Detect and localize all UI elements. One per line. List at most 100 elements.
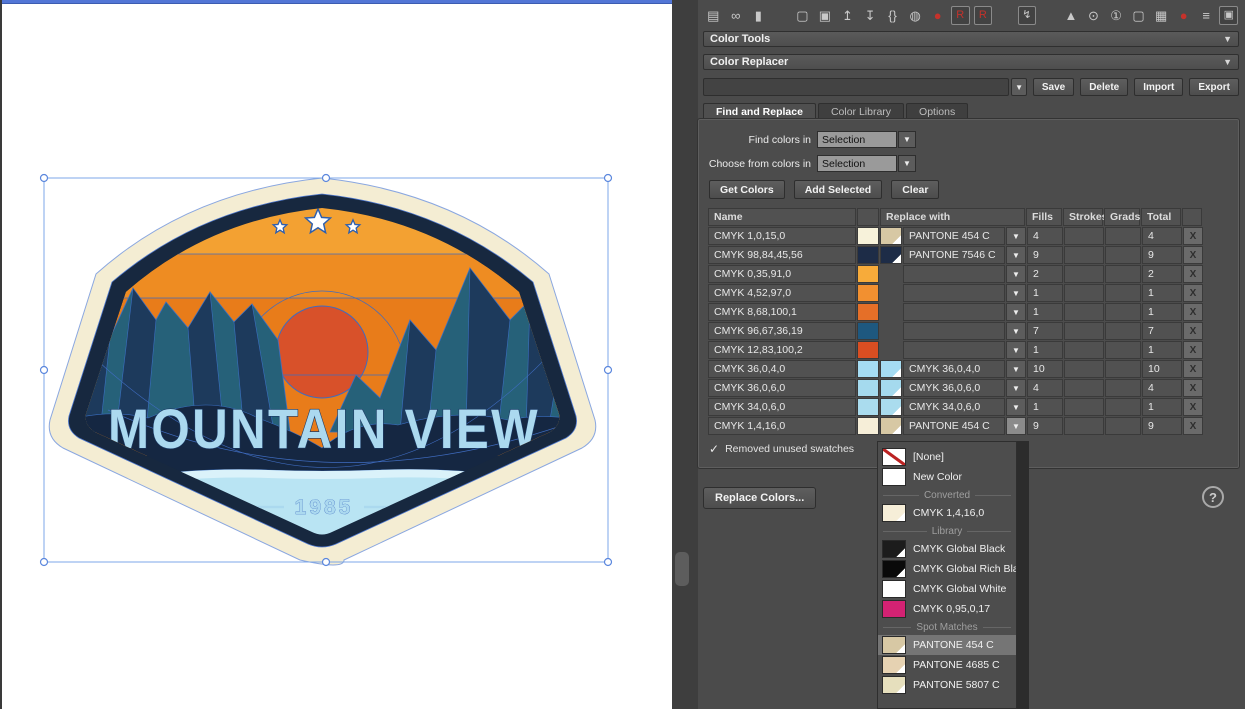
checkmark-icon[interactable]: ✓ bbox=[709, 442, 719, 456]
replace-dropdown-button[interactable]: ▼ bbox=[1006, 227, 1026, 245]
clear-button[interactable]: Clear bbox=[891, 180, 939, 199]
table-row[interactable]: CMYK 98,84,45,56 PANTONE 7546 C ▼ 9 bbox=[708, 246, 1204, 264]
table-row[interactable]: CMYK 1,0,15,0 PANTONE 454 C ▼ 4 bbox=[708, 227, 1204, 245]
selection-handle[interactable] bbox=[605, 175, 612, 182]
remove-row-button[interactable]: X bbox=[1183, 265, 1203, 283]
column-header-strokes[interactable]: Strokes bbox=[1063, 208, 1103, 226]
replace-dropdown-button[interactable]: ▼ bbox=[1006, 265, 1026, 283]
remove-row-button[interactable]: X bbox=[1183, 284, 1203, 302]
tab-options[interactable]: Options bbox=[906, 103, 968, 120]
new-file-icon[interactable]: ▢ bbox=[793, 6, 812, 25]
badge-year-text[interactable]: 1985 bbox=[295, 496, 354, 519]
dropdown-item[interactable]: CMYK 1,4,16,0 bbox=[878, 503, 1016, 523]
column-header-replace-with[interactable]: Replace with bbox=[880, 208, 1025, 226]
image-box-icon[interactable]: ▣ bbox=[1219, 6, 1238, 25]
dropdown-scrollbar[interactable] bbox=[1017, 441, 1029, 709]
grid-icon[interactable]: ▦ bbox=[1152, 6, 1171, 25]
replace-color-swatch[interactable] bbox=[880, 227, 902, 245]
logo-active-icon[interactable]: R bbox=[951, 6, 970, 25]
find-color-swatch[interactable] bbox=[857, 284, 879, 302]
column-header-grads[interactable]: Grads bbox=[1104, 208, 1140, 226]
chevron-down-icon[interactable]: ▼ bbox=[1223, 34, 1232, 44]
find-color-swatch[interactable] bbox=[857, 417, 879, 435]
table-row[interactable]: CMYK 4,52,97,0 ▼ 1 bbox=[708, 284, 1204, 302]
color-replacer-section-header[interactable]: Color Replacer ▼ bbox=[703, 54, 1239, 70]
column-header-total[interactable]: Total bbox=[1141, 208, 1181, 226]
find-color-swatch[interactable] bbox=[857, 341, 879, 359]
table-row[interactable]: CMYK 8,68,100,1 ▼ 1 bbox=[708, 303, 1204, 321]
selection-handle[interactable] bbox=[605, 559, 612, 566]
dropdown-item[interactable]: PANTONE 5807 C bbox=[878, 675, 1016, 695]
find-color-swatch[interactable] bbox=[857, 322, 879, 340]
info-icon[interactable]: ① bbox=[1107, 6, 1126, 25]
remove-row-button[interactable]: X bbox=[1183, 398, 1203, 416]
link-icon[interactable]: ∞ bbox=[727, 6, 746, 25]
find-color-swatch[interactable] bbox=[857, 398, 879, 416]
selection-handle[interactable] bbox=[323, 175, 330, 182]
logo-icon[interactable]: R bbox=[974, 6, 993, 25]
braces-icon[interactable]: {} bbox=[883, 6, 902, 25]
choose-from-colors-select[interactable]: Selection bbox=[817, 155, 897, 172]
save-button[interactable]: Save bbox=[1033, 78, 1074, 96]
table-row[interactable]: CMYK 0,35,91,0 ▼ 2 bbox=[708, 265, 1204, 283]
dropdown-item[interactable]: [None] bbox=[878, 447, 1016, 467]
table-row[interactable]: CMYK 34,0,6,0 CMYK 34,0,6,0 ▼ 1 bbox=[708, 398, 1204, 416]
badge-title-text[interactable]: MOUNTAIN VIEW bbox=[108, 398, 540, 460]
find-color-swatch[interactable] bbox=[857, 360, 879, 378]
chevron-down-icon[interactable]: ▼ bbox=[1223, 57, 1232, 67]
export-button[interactable]: Export bbox=[1189, 78, 1239, 96]
replace-color-swatch[interactable] bbox=[880, 417, 902, 435]
choose-from-colors-dropdown-button[interactable]: ▼ bbox=[898, 155, 916, 172]
preset-select[interactable] bbox=[703, 78, 1009, 96]
dropdown-item[interactable]: CMYK Global White bbox=[878, 579, 1016, 599]
pages-icon[interactable]: ≡ bbox=[1197, 6, 1216, 25]
export-icon[interactable]: ↥ bbox=[838, 6, 857, 25]
removed-unused-row[interactable]: ✓ Removed unused swatches bbox=[709, 442, 854, 456]
selection-handle[interactable] bbox=[605, 367, 612, 374]
remove-row-button[interactable]: X bbox=[1183, 379, 1203, 397]
find-colors-dropdown-button[interactable]: ▼ bbox=[898, 131, 916, 148]
selection-handle[interactable] bbox=[41, 367, 48, 374]
preset-dropdown-button[interactable]: ▼ bbox=[1011, 78, 1026, 96]
replace-dropdown-button[interactable]: ▼ bbox=[1006, 360, 1026, 378]
remove-row-button[interactable]: X bbox=[1183, 322, 1203, 340]
file-options-icon[interactable]: ▣ bbox=[816, 6, 835, 25]
remove-row-button[interactable]: X bbox=[1183, 246, 1203, 264]
dropdown-item[interactable]: PANTONE 454 C bbox=[878, 635, 1016, 655]
vertical-scrollbar-thumb[interactable] bbox=[675, 552, 689, 586]
remove-row-button[interactable]: X bbox=[1183, 360, 1203, 378]
replace-dropdown-button[interactable]: ▼ bbox=[1006, 341, 1026, 359]
replace-color-swatch[interactable] bbox=[880, 398, 902, 416]
document-icon[interactable]: ▢ bbox=[1129, 6, 1148, 25]
find-color-swatch[interactable] bbox=[857, 246, 879, 264]
replace-color-swatch[interactable] bbox=[880, 246, 902, 264]
color-tools-section-header[interactable]: Color Tools ▼ bbox=[703, 31, 1239, 47]
column-header-fills[interactable]: Fills bbox=[1026, 208, 1062, 226]
column-header-name[interactable]: Name bbox=[708, 208, 856, 226]
table-row[interactable]: CMYK 1,4,16,0 PANTONE 454 C ▼ 9 bbox=[708, 417, 1204, 435]
replace-dropdown-button[interactable]: ▼ bbox=[1006, 322, 1026, 340]
dropdown-item[interactable]: PANTONE 4685 C bbox=[878, 655, 1016, 675]
dropdown-item[interactable]: New Color bbox=[878, 467, 1016, 487]
tab-color-library[interactable]: Color Library bbox=[818, 103, 904, 120]
table-row[interactable]: CMYK 36,0,6,0 CMYK 36,0,6,0 ▼ 4 bbox=[708, 379, 1204, 397]
find-colors-in-select[interactable]: Selection bbox=[817, 131, 897, 148]
delete-button[interactable]: Delete bbox=[1080, 78, 1128, 96]
remove-row-button[interactable]: X bbox=[1183, 417, 1203, 435]
badge-artwork[interactable]: MOUNTAIN VIEW 1985 bbox=[38, 170, 613, 570]
selection-handle[interactable] bbox=[41, 559, 48, 566]
replace-dropdown-button[interactable]: ▼ bbox=[1006, 303, 1026, 321]
find-color-swatch[interactable] bbox=[857, 303, 879, 321]
replace-color-swatch[interactable] bbox=[880, 379, 902, 397]
replace-dropdown-button[interactable]: ▼ bbox=[1006, 284, 1026, 302]
selection-handle[interactable] bbox=[323, 559, 330, 566]
replace-colors-button[interactable]: Replace Colors... bbox=[703, 487, 816, 509]
replace-dropdown-button[interactable]: ▼ bbox=[1006, 379, 1026, 397]
replace-dropdown-button[interactable]: ▼ bbox=[1006, 417, 1026, 435]
replace-dropdown-button[interactable]: ▼ bbox=[1006, 246, 1026, 264]
remove-row-button[interactable]: X bbox=[1183, 303, 1203, 321]
replace-dropdown-button[interactable]: ▼ bbox=[1006, 398, 1026, 416]
effects-icon[interactable]: ↯ bbox=[1018, 6, 1037, 25]
add-selected-button[interactable]: Add Selected bbox=[794, 180, 883, 199]
sphere-icon[interactable]: ◍ bbox=[906, 6, 925, 25]
